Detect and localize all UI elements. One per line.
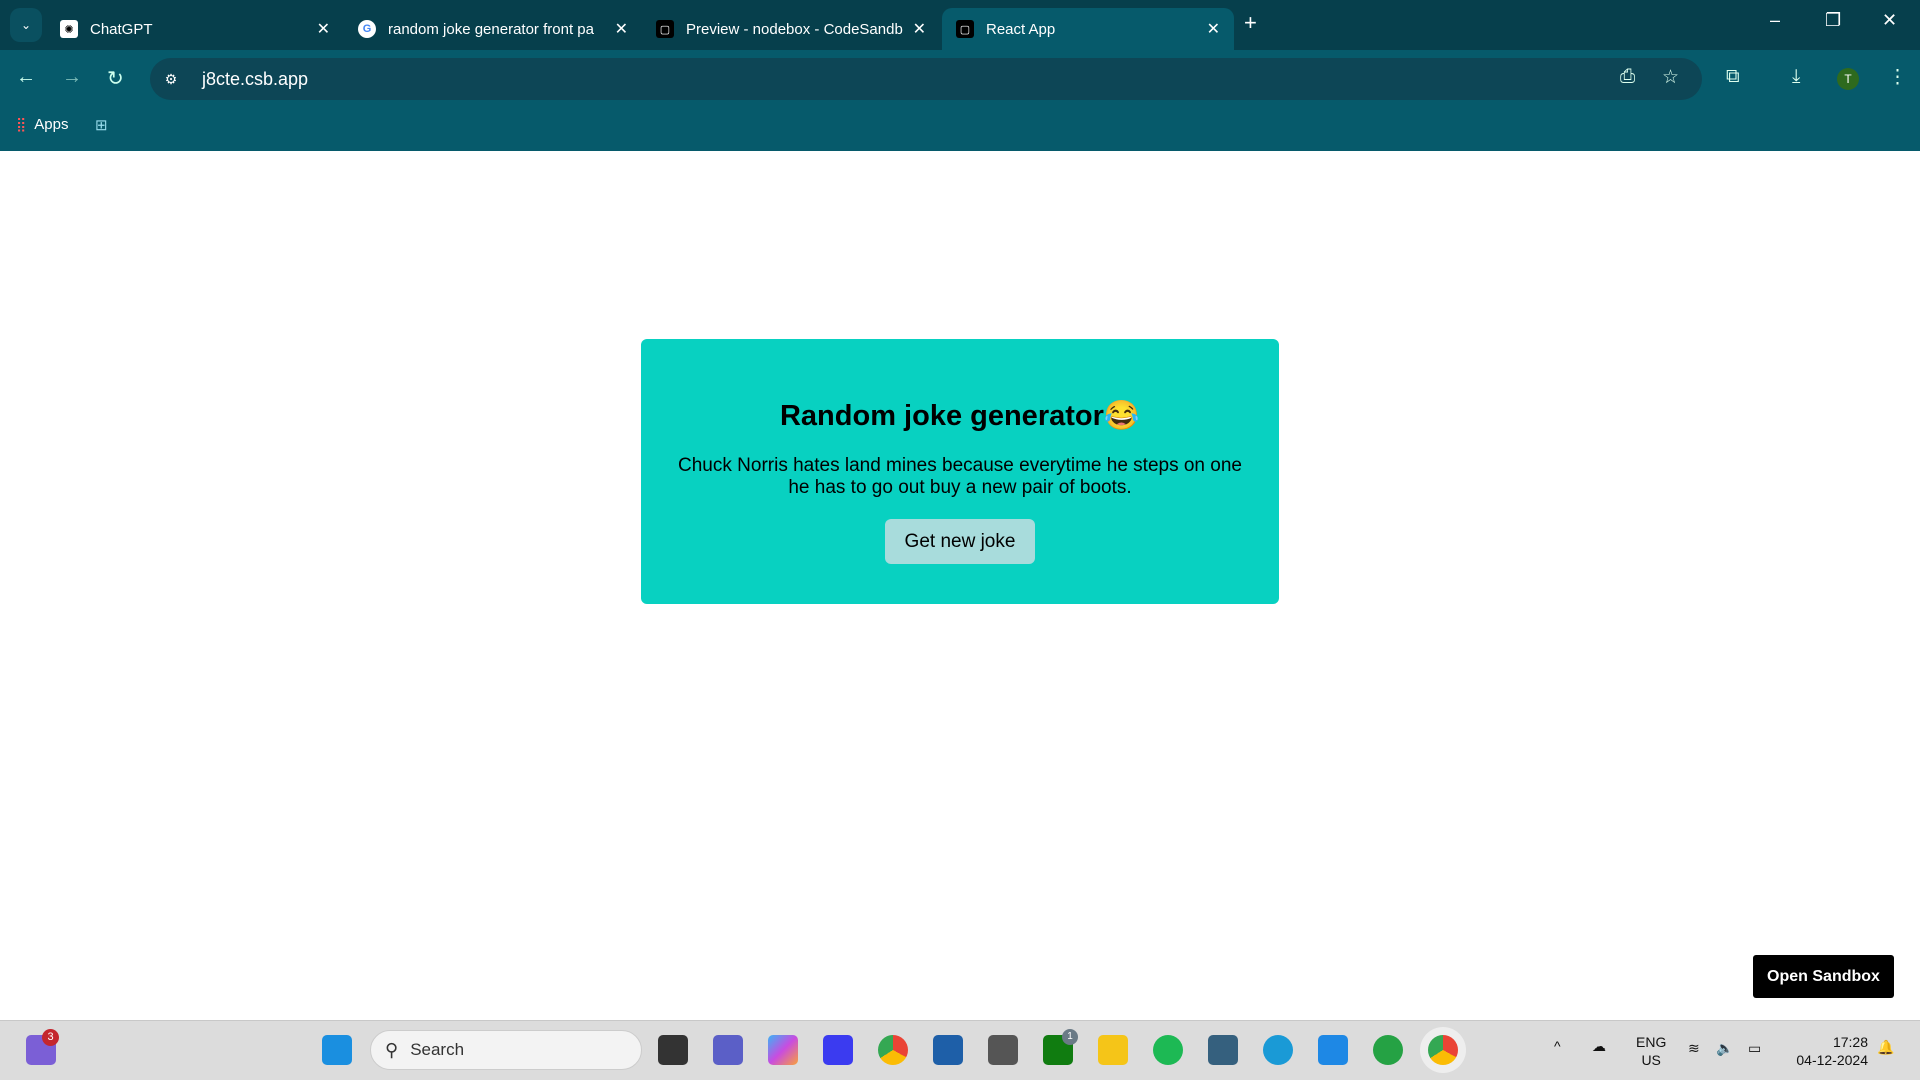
onedrive-icon[interactable]: ☁	[1592, 1037, 1606, 1055]
close-window-button[interactable]: ✕	[1882, 10, 1897, 31]
close-tab-icon[interactable]: ✕	[1207, 19, 1220, 39]
profile-avatar[interactable]: T	[1837, 68, 1859, 90]
tab-title: Preview - nodebox - CodeSandb	[686, 20, 903, 38]
language-indicator[interactable]: ENG US	[1636, 1033, 1666, 1069]
date: 04-12-2024	[1796, 1052, 1868, 1068]
notifications-bell-icon[interactable]: 🔔	[1877, 1038, 1894, 1056]
menu-icon[interactable]: ⋮	[1888, 66, 1907, 89]
taskbar-search[interactable]: ⚲ Search	[370, 1030, 642, 1070]
file-explorer-icon[interactable]	[1098, 1035, 1128, 1065]
chrome-active-icon[interactable]	[1428, 1035, 1458, 1065]
copilot-icon[interactable]	[768, 1035, 798, 1065]
extensions-icon[interactable]: ⧉	[1726, 66, 1740, 88]
tab-google[interactable]: G random joke generator front pa ✕	[344, 8, 642, 50]
close-tab-icon[interactable]: ✕	[913, 19, 926, 39]
chrome-icon[interactable]	[878, 1035, 908, 1065]
microsoft-store-icon[interactable]	[933, 1035, 963, 1065]
task-view-icon[interactable]	[658, 1035, 688, 1065]
address-bar[interactable]: ⚙ j8cte.csb.app	[150, 58, 1702, 100]
teams-icon[interactable]	[713, 1035, 743, 1065]
install-app-icon[interactable]: ⎙	[1620, 66, 1635, 88]
windows-start-icon[interactable]	[322, 1035, 352, 1065]
close-tab-icon[interactable]: ✕	[317, 19, 330, 39]
battery-icon[interactable]: ▭	[1748, 1039, 1761, 1057]
search-icon: ⚲	[385, 1039, 399, 1060]
get-new-joke-button[interactable]: Get new joke	[885, 519, 1035, 564]
url-text[interactable]: j8cte.csb.app	[202, 69, 308, 90]
clock[interactable]: 17:28 04-12-2024	[1786, 1033, 1868, 1069]
tab-title: React App	[986, 20, 1056, 38]
tab-title: random joke generator front pa	[388, 20, 594, 38]
whatsapp-icon[interactable]	[1373, 1035, 1403, 1065]
joke-text: Chuck Norris hates land mines because ev…	[678, 455, 1242, 498]
open-sandbox-button[interactable]: Open Sandbox	[1753, 955, 1894, 998]
browser-toolbar: ← → ↻ ⚙ j8cte.csb.app ⎙ ☆ ⧉ ⤓ T ⋮ ⣿ Apps…	[0, 50, 1920, 151]
lang-bottom: US	[1641, 1052, 1661, 1068]
joke-card: Random joke generator😂 Chuck Norris hate…	[641, 339, 1279, 604]
spotify-icon[interactable]	[1153, 1035, 1183, 1065]
search-placeholder: Search	[410, 1040, 465, 1059]
tab-title: ChatGPT	[90, 20, 153, 38]
show-hidden-icons[interactable]: ^	[1554, 1037, 1561, 1055]
minimize-button[interactable]: –	[1770, 10, 1780, 31]
site-info-icon[interactable]: ⚙	[154, 62, 188, 96]
notification-badge: 1	[1062, 1029, 1078, 1045]
tab-chatgpt[interactable]: ✺ ChatGPT ✕	[46, 8, 344, 50]
mysql-workbench-icon[interactable]	[1208, 1035, 1238, 1065]
unity-icon[interactable]	[988, 1035, 1018, 1065]
wifi-icon[interactable]: ≋	[1688, 1039, 1700, 1057]
bookmark-star-icon[interactable]: ☆	[1662, 66, 1679, 89]
google-icon: G	[358, 20, 376, 38]
vscode-icon[interactable]	[1318, 1035, 1348, 1065]
page-title: Random joke generator😂	[779, 400, 1140, 432]
taskbar: 3 ⚲ Search 1 ^ ☁ ENG US ≋ 🔈 ▭ 17:28 04-1…	[0, 1020, 1920, 1080]
apps-grid-icon: ⣿	[16, 116, 27, 132]
tab-strip: ⌄ ✺ ChatGPT ✕ G random joke generator fr…	[0, 0, 1920, 50]
bookmark-apps[interactable]: ⣿ Apps	[16, 116, 68, 133]
restore-button[interactable]: ❐	[1825, 10, 1841, 31]
codesandbox-icon: ▢	[656, 20, 674, 38]
reload-button[interactable]: ↻	[107, 66, 124, 91]
tab-codesandbox[interactable]: ▢ Preview - nodebox - CodeSandb ✕	[642, 8, 940, 50]
lang-top: ENG	[1636, 1034, 1667, 1050]
volume-icon[interactable]: 🔈	[1716, 1039, 1733, 1057]
codesandbox-icon: ▢	[956, 20, 974, 38]
chatgpt-icon: ✺	[60, 20, 78, 38]
close-tab-icon[interactable]: ✕	[615, 19, 628, 39]
tab-groups-icon[interactable]: ⊞	[95, 116, 108, 134]
apps-label: Apps	[34, 116, 69, 133]
download-icon[interactable]: ⤓	[1792, 66, 1800, 88]
new-tab-button[interactable]: +	[1244, 10, 1257, 36]
tab-search-button[interactable]: ⌄	[10, 8, 42, 42]
edge-icon[interactable]	[1263, 1035, 1293, 1065]
tab-react-app[interactable]: ▢ React App ✕	[942, 8, 1234, 50]
forward-button[interactable]: →	[62, 66, 82, 89]
time: 17:28	[1832, 1034, 1868, 1050]
back-button[interactable]: ←	[16, 66, 36, 89]
app-icon[interactable]	[823, 1035, 853, 1065]
notification-badge: 3	[42, 1029, 59, 1046]
